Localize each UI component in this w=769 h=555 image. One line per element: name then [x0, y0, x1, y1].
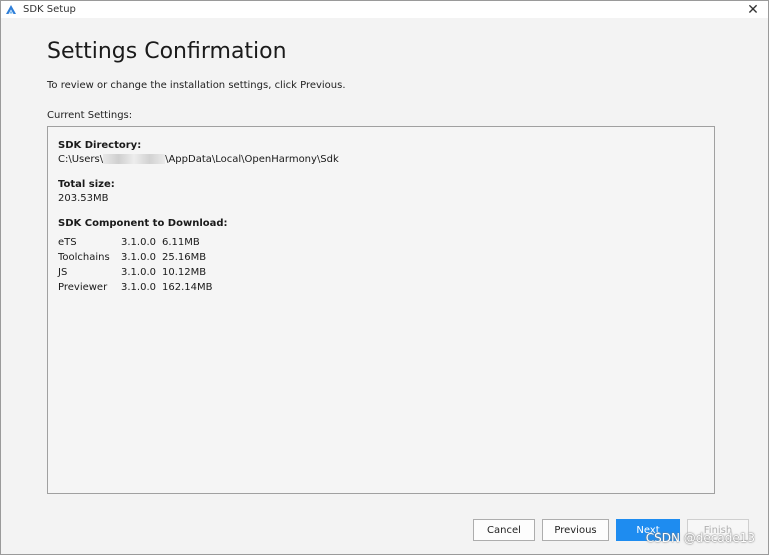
component-size: 25.16MB: [162, 252, 207, 263]
sdk-directory-suffix: \AppData\Local\OpenHarmony\Sdk: [165, 154, 339, 165]
current-settings-label: Current Settings:: [47, 110, 133, 121]
list-item: JS 3.1.0.0 10.12MB: [58, 265, 212, 280]
component-size: 6.11MB: [162, 237, 200, 248]
component-name: Toolchains: [58, 252, 110, 263]
sdk-directory-value: C:\Users\ \AppData\Local\OpenHarmony\Sdk: [58, 154, 339, 165]
total-size-value: 203.53MB: [58, 193, 109, 204]
window-title: SDK Setup: [23, 4, 76, 15]
component-name: Previewer: [58, 282, 108, 293]
component-version: 3.1.0.0: [121, 282, 156, 293]
component-version: 3.1.0.0: [121, 252, 156, 263]
component-name: eTS: [58, 237, 77, 248]
redacted-username: [103, 154, 166, 164]
component-size: 10.12MB: [162, 267, 207, 278]
list-item: Previewer 3.1.0.0 162.14MB: [58, 280, 212, 295]
list-item: eTS 3.1.0.0 6.11MB: [58, 235, 212, 250]
previous-button[interactable]: Previous: [542, 519, 609, 541]
sdk-directory-prefix: C:\Users\: [58, 154, 104, 165]
setup-window: SDK Setup ✕ Settings Confirmation To rev…: [0, 0, 769, 555]
page-title: Settings Confirmation: [47, 39, 287, 64]
app-logo-icon: [5, 4, 17, 16]
close-button[interactable]: ✕: [742, 1, 764, 18]
component-version: 3.1.0.0: [121, 267, 156, 278]
cancel-button[interactable]: Cancel: [473, 519, 535, 541]
list-item: Toolchains 3.1.0.0 25.16MB: [58, 250, 212, 265]
component-name: JS: [58, 267, 68, 278]
settings-summary-box[interactable]: SDK Directory: C:\Users\ \AppData\Local\O…: [47, 126, 715, 494]
components-list: eTS 3.1.0.0 6.11MB Toolchains 3.1.0.0 25…: [58, 235, 212, 295]
components-title: SDK Component to Download:: [58, 218, 228, 229]
sdk-directory-title: SDK Directory:: [58, 140, 142, 151]
total-size-title: Total size:: [58, 179, 115, 190]
title-bar[interactable]: SDK Setup ✕: [1, 1, 768, 18]
instruction-text: To review or change the installation set…: [47, 80, 346, 91]
watermark-text: CSDN @decade13: [645, 531, 755, 545]
close-icon: ✕: [747, 1, 759, 18]
component-version: 3.1.0.0: [121, 237, 156, 248]
component-size: 162.14MB: [162, 282, 213, 293]
